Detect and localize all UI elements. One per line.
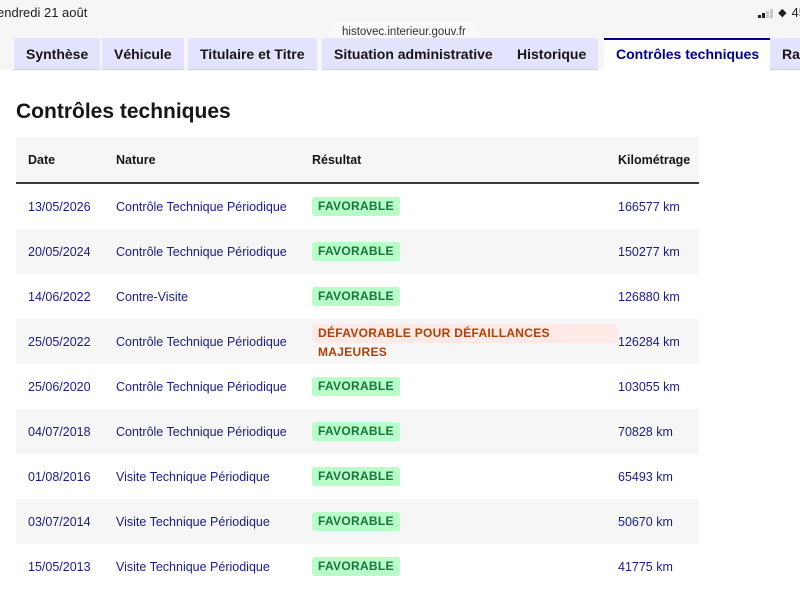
- status-date: endredi 21 août: [0, 5, 88, 20]
- cell-nature: Contrôle Technique Périodique: [116, 334, 287, 349]
- result-badge: FAVORABLE: [312, 197, 400, 216]
- result-badge: FAVORABLE: [312, 512, 400, 531]
- table-row: 20/05/2024 Contrôle Technique Périodique…: [16, 229, 699, 274]
- table-row: 14/06/2022 Contre-Visite FAVORABLE 12688…: [16, 274, 699, 319]
- cell-date: 14/06/2022: [28, 289, 91, 304]
- table-row: 03/07/2014 Visite Technique Périodique F…: [16, 499, 699, 544]
- result-badge: FAVORABLE: [312, 287, 400, 306]
- table-row: 13/05/2026 Contrôle Technique Périodique…: [16, 184, 699, 229]
- tab-vehicule[interactable]: Véhicule: [102, 38, 184, 70]
- cell-km: 126284 km: [618, 334, 680, 349]
- cell-km: 41775 km: [618, 559, 673, 574]
- cell-date: 01/08/2016: [28, 469, 91, 484]
- cell-km: 70828 km: [618, 424, 673, 439]
- tab-bar: Synthèse Véhicule Titulaire et Titre Sit…: [0, 38, 800, 71]
- tab-rapport[interactable]: Rap: [770, 38, 800, 70]
- result-badge: FAVORABLE: [312, 377, 400, 396]
- cell-date: 13/05/2026: [28, 199, 91, 214]
- tab-synthese[interactable]: Synthèse: [14, 38, 101, 70]
- result-badge: FAVORABLE: [312, 467, 400, 486]
- cell-km: 166577 km: [618, 199, 680, 214]
- cell-km: 150277 km: [618, 244, 680, 259]
- url-text: histovec.interieur.gouv.fr: [342, 26, 466, 38]
- controles-table: Date Nature Résultat Kilométrage 13/05/2…: [16, 137, 699, 589]
- header-nature: Nature: [116, 152, 156, 167]
- tab-controles-techniques[interactable]: Contrôles techniques: [604, 38, 772, 71]
- cell-nature: Contre-Visite: [116, 289, 189, 304]
- result-badge: FAVORABLE: [312, 557, 400, 576]
- cell-date: 25/06/2020: [28, 379, 91, 394]
- cell-date: 20/05/2024: [28, 244, 91, 259]
- tab-situation-administrative[interactable]: Situation administrative: [322, 38, 505, 70]
- result-badge: FAVORABLE: [312, 422, 400, 441]
- cell-date: 25/05/2022: [28, 334, 91, 349]
- page-title: Contrôles techniques: [16, 100, 231, 123]
- wifi-icon: ◆: [778, 6, 787, 19]
- cell-km: 126880 km: [618, 289, 680, 304]
- cell-km: 50670 km: [618, 514, 673, 529]
- header-date: Date: [28, 152, 56, 167]
- cell-km: 103055 km: [618, 379, 680, 394]
- tab-titulaire-et-titre[interactable]: Titulaire et Titre: [188, 38, 317, 70]
- header-resultat: Résultat: [312, 152, 362, 167]
- cell-date: 03/07/2014: [28, 514, 91, 529]
- header-kilometrage: Kilométrage: [618, 152, 691, 167]
- table-row: 15/05/2013 Visite Technique Périodique F…: [16, 544, 699, 589]
- tab-historique[interactable]: Historique: [505, 38, 599, 70]
- cell-date: 04/07/2018: [28, 424, 91, 439]
- cellular-signal-icon: [758, 8, 774, 18]
- main-panel: Contrôles techniques Date Nature Résulta…: [0, 70, 800, 600]
- table-row: 25/06/2020 Contrôle Technique Périodique…: [16, 364, 699, 409]
- cell-nature: Contrôle Technique Périodique: [116, 244, 287, 259]
- cell-date: 15/05/2013: [28, 559, 91, 574]
- cell-nature: Contrôle Technique Périodique: [116, 424, 287, 439]
- table-row: 04/07/2018 Contrôle Technique Périodique…: [16, 409, 699, 454]
- cell-nature: Visite Technique Périodique: [116, 559, 270, 574]
- table-header: Date Nature Résultat Kilométrage: [16, 137, 699, 184]
- result-badge: DÉFAVORABLE POUR DÉFAILLANCES MAJEURES: [312, 324, 618, 359]
- table-row: 25/05/2022 Contrôle Technique Périodique…: [16, 319, 699, 364]
- table-row: 01/08/2016 Visite Technique Périodique F…: [16, 454, 699, 499]
- battery-level: 45: [791, 5, 800, 20]
- cell-nature: Contrôle Technique Périodique: [116, 199, 287, 214]
- result-badge: FAVORABLE: [312, 242, 400, 261]
- status-indicators: ◆ 45: [758, 5, 800, 20]
- cell-nature: Visite Technique Périodique: [116, 469, 270, 484]
- cell-nature: Contrôle Technique Périodique: [116, 379, 287, 394]
- cell-nature: Visite Technique Périodique: [116, 514, 270, 529]
- cell-km: 65493 km: [618, 469, 673, 484]
